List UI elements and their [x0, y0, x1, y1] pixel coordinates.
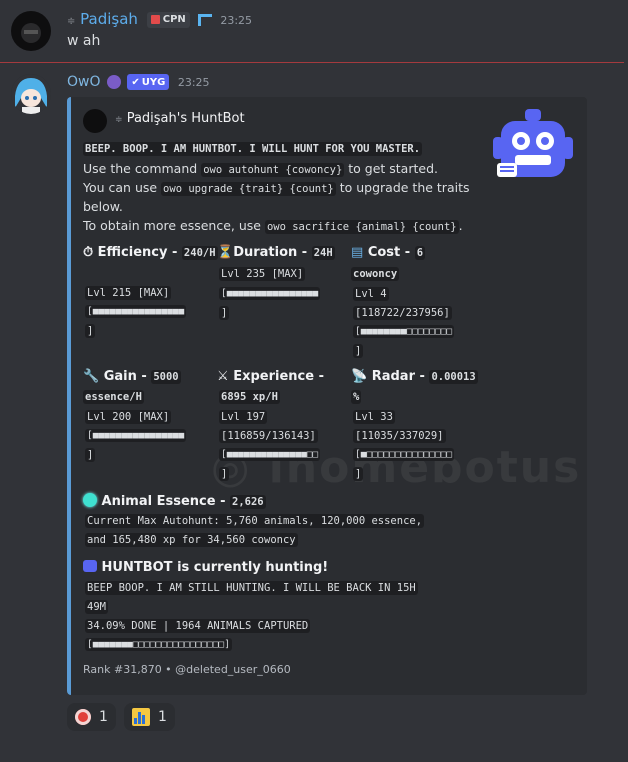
sacrifice-command: owo sacrifice {animal} {count} — [264, 220, 459, 234]
progress-bar-end: ] — [85, 448, 96, 462]
clan-tag[interactable]: CPN — [146, 11, 190, 28]
instruction-text: Use the command — [83, 161, 202, 176]
field-level: Lvl 200 [MAX] — [85, 410, 172, 424]
author-name[interactable]: OwO — [67, 74, 101, 90]
role-icon: ≑ — [115, 115, 123, 125]
hunting-progress-bar: [■■■■■■■□□□□□□□□□□□□□□□□] — [85, 638, 232, 651]
avatar[interactable] — [11, 11, 51, 51]
intro-text: BEEP. BOOP. I AM HUNTBOT. I WILL HUNT FO… — [83, 142, 423, 156]
anime-avatar-image — [11, 74, 51, 114]
embed-author[interactable]: Padişah's HuntBot — [127, 111, 245, 126]
ticket-icon: ▤ — [351, 245, 364, 260]
instruction-text: to get started. — [344, 161, 438, 176]
field-level: Lvl 197 — [219, 410, 268, 424]
field-level: Lvl 215 [MAX] — [85, 286, 172, 300]
wrench-icon: 🔧 — [83, 369, 100, 384]
reaction-count: 1 — [99, 709, 108, 725]
field-label: Efficiency - — [97, 245, 182, 260]
field-value: 240/H — [181, 246, 218, 260]
reaction-alarm-clock[interactable]: 1 — [67, 703, 116, 731]
progress-bar: [■■■■■■■■■■■■■■■■ — [85, 305, 187, 318]
progress-bar: [■■■■■■■■■■■■■■■■ — [219, 287, 321, 300]
field-label: Cost - — [367, 245, 415, 260]
timestamp[interactable]: 23:25 — [178, 76, 210, 89]
crossed-swords-icon: ⚔ — [217, 369, 229, 384]
progress-bar: [■■■■■■■■■■■■■■□□ — [219, 448, 321, 461]
field-value: 24H — [311, 246, 335, 260]
field-progress: [116859/136143] — [219, 429, 318, 443]
robot-small-icon — [83, 560, 97, 572]
progress-bar: [■■■■■■■■■■■■■■■■ — [85, 429, 187, 442]
field-label: Gain - — [103, 369, 152, 384]
field-label: Radar - — [371, 369, 430, 384]
gear-icon — [106, 75, 121, 89]
house-icon — [150, 15, 160, 24]
field-level: Lvl 235 [MAX] — [219, 267, 306, 281]
role-icon: ≑ — [67, 16, 76, 27]
progress-bar-end: ] — [353, 344, 364, 358]
instruction-text: You can use — [83, 180, 162, 195]
field-value: 6 — [414, 246, 426, 260]
stopwatch-icon: ⏱ — [83, 245, 94, 260]
owo-avatar[interactable] — [11, 74, 51, 114]
instruction-text: below. — [83, 199, 123, 214]
progress-bar-end: ] — [219, 467, 230, 481]
message-text: w ah — [67, 33, 101, 49]
flag-icon — [197, 13, 212, 26]
check-icon: ✔ — [131, 76, 140, 88]
satellite-icon: 📡 — [351, 369, 368, 384]
essence-detail: and 165,480 xp for 34,560 cowoncy — [85, 533, 298, 547]
field-value: 5000 — [151, 370, 181, 384]
field-progress: [118722/237956] — [353, 306, 452, 320]
upgrade-command: owo upgrade {trait} {count} — [161, 182, 336, 196]
alarm-clock-icon — [75, 709, 91, 725]
field-level: Lvl 33 — [353, 410, 395, 424]
app-badge[interactable]: ✔ UYG — [127, 74, 170, 90]
avatar-image — [21, 23, 41, 43]
field-level: Lvl 4 — [353, 287, 389, 301]
robot-icon — [493, 109, 573, 177]
field-label: Animal Essence - — [101, 494, 231, 509]
instruction-text: . — [458, 218, 463, 233]
instruction-text: to upgrade the traits — [335, 180, 470, 195]
field-value-unit: cowoncy — [351, 267, 400, 281]
hunting-title: HUNTBOT is currently hunting! — [101, 560, 329, 575]
hunting-text: BEEP BOOP. I AM STILL HUNTING. I WILL BE… — [85, 581, 418, 595]
field-value: 0.00013 — [429, 370, 478, 384]
bar-chart-icon — [132, 708, 150, 726]
progress-bar: [■□□□□□□□□□□□□□□□ — [353, 448, 455, 461]
reaction-bar-chart[interactable]: 1 — [124, 703, 175, 731]
hunting-text: 49M — [85, 600, 108, 614]
embed-author-avatar — [83, 109, 107, 133]
progress-bar-end: ] — [219, 306, 230, 320]
essence-detail: Current Max Autohunt: 5,760 animals, 120… — [85, 514, 425, 528]
progress-bar-end: ] — [85, 324, 96, 338]
autohunt-command: owo autohunt {cowoncy} — [201, 163, 345, 177]
app-badge-label: UYG — [141, 76, 166, 88]
hourglass-icon: ⏳ — [217, 245, 234, 260]
embed-footer: Rank #31,870 • @deleted_user_0660 — [83, 663, 291, 676]
field-label: Experience - — [233, 369, 324, 384]
field-value-unit: % — [351, 390, 362, 404]
reaction-count: 1 — [158, 709, 167, 725]
instruction-text: To obtain more essence, use — [83, 218, 265, 233]
field-value-unit: essence/H — [83, 390, 144, 404]
field-value: 6895 xp/H — [219, 390, 280, 404]
author-name[interactable]: Padişah — [80, 10, 138, 28]
huntbot-embed: ◎ ihomebotus ≑ Padişah's HuntBot BEEP. B… — [67, 97, 587, 695]
field-label: Duration - — [233, 245, 312, 260]
progress-bar: [■■■■■■■■□□□□□□□□ — [353, 325, 455, 338]
field-progress: [11035/337029] — [353, 429, 446, 443]
hunting-progress-text: 34.09% DONE | 1964 ANIMALS CAPTURED — [85, 619, 311, 633]
timestamp[interactable]: 23:25 — [220, 14, 252, 27]
clan-tag-label: CPN — [162, 14, 186, 25]
progress-bar-end: ] — [353, 467, 364, 481]
field-value: 2,626 — [230, 495, 266, 509]
new-messages-divider — [0, 62, 624, 63]
essence-orb-icon — [83, 493, 97, 507]
